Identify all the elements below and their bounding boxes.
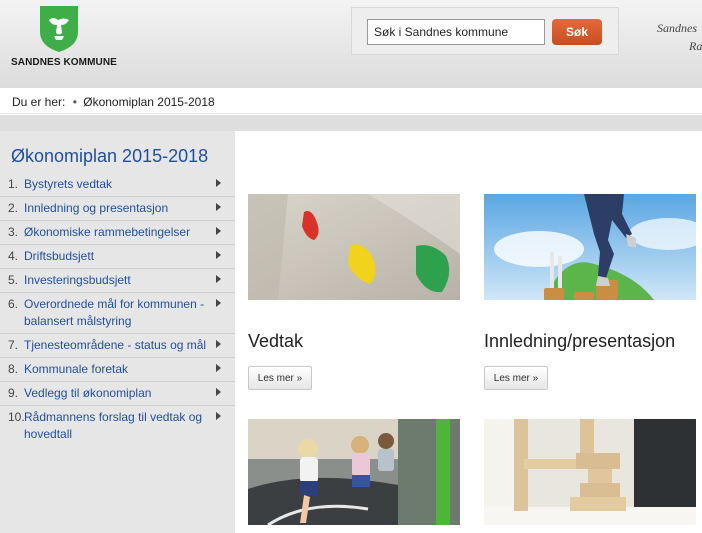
sidebar-title[interactable]: Økonomiplan 2015-2018: [11, 146, 208, 167]
chevron-right-icon[interactable]: [216, 275, 221, 283]
item-label[interactable]: Økonomiske rammebetingelser: [24, 225, 190, 239]
sidebar-item-bystyrets-vedtak[interactable]: 1. Bystyrets vedtak: [0, 173, 235, 197]
header-right-line1: Sandnes: [657, 21, 697, 35]
breadcrumb-current[interactable]: Økonomiplan 2015-2018: [83, 95, 214, 109]
item-number: 9.: [8, 386, 19, 400]
item-label[interactable]: Tjenesteområdene - status og mål: [24, 338, 206, 352]
read-more-button[interactable]: Les mer »: [248, 366, 312, 390]
climbing-wall-image: [248, 194, 460, 300]
chevron-right-icon[interactable]: [216, 203, 221, 211]
sidebar-item-driftsbudsjett[interactable]: 4. Driftsbudsjett: [0, 245, 235, 269]
card-image-blocks[interactable]: [484, 419, 696, 525]
card-title-vedtak[interactable]: Vedtak: [248, 331, 303, 352]
breadcrumb-separator: •: [72, 95, 77, 109]
chevron-right-icon[interactable]: [216, 340, 221, 348]
chevron-right-icon[interactable]: [216, 251, 221, 259]
item-number: 7.: [8, 338, 19, 352]
item-label[interactable]: Driftsbudsjett: [24, 249, 94, 263]
item-number: 3.: [8, 225, 19, 239]
sidebar-item-tjenesteomradene[interactable]: 7. Tjenesteområdene - status og mål: [0, 334, 235, 358]
sidebar-item-kommunale-foretak[interactable]: 8. Kommunale foretak: [0, 358, 235, 382]
item-label[interactable]: Kommunale foretak: [24, 362, 128, 376]
logo-text: SANDNES KOMMUNE: [11, 57, 117, 68]
sidebar: Økonomiplan 2015-2018 1. Bystyrets vedta…: [0, 131, 235, 533]
header-right-line2: Ra: [689, 39, 702, 53]
sidebar-item-radmannens-forslag[interactable]: 10. Rådmannens forslag til vedtak og hov…: [0, 406, 235, 446]
item-number: 8.: [8, 362, 19, 376]
sidebar-item-vedlegg[interactable]: 9. Vedlegg til økonomiplan: [0, 382, 235, 406]
item-label[interactable]: Bystyrets vedtak: [24, 177, 112, 191]
sidebar-item-rammebetingelser[interactable]: 3. Økonomiske rammebetingelser: [0, 221, 235, 245]
search-button[interactable]: Søk: [552, 19, 602, 45]
card-title-innledning[interactable]: Innledning/presentasjon: [484, 331, 675, 352]
item-number: 10.: [8, 410, 25, 424]
breadcrumb: Du er her: • Økonomiplan 2015-2018: [0, 88, 702, 114]
chevron-right-icon[interactable]: [216, 412, 221, 420]
main-content: Vedtak Innledning/presentasjon Les mer »…: [235, 131, 702, 533]
chevron-right-icon[interactable]: [216, 227, 221, 235]
sidebar-item-investeringsbudsjett[interactable]: 5. Investeringsbudsjett: [0, 269, 235, 293]
chevron-right-icon[interactable]: [216, 299, 221, 307]
wooden-blocks-image: [484, 419, 696, 525]
header-right-text: Sandnes Ra: [657, 19, 702, 55]
sidebar-item-overordnede-mal[interactable]: 6. Overordnede mål for kommunen - balans…: [0, 293, 235, 334]
item-label[interactable]: Overordnede mål for kommunen - balansert…: [24, 297, 204, 328]
card-image-innledning[interactable]: [484, 194, 696, 300]
site-header: SANDNES KOMMUNE Søk Sandnes Ra: [0, 0, 702, 88]
chevron-right-icon[interactable]: [216, 364, 221, 372]
children-playground-image: [248, 419, 460, 525]
item-number: 6.: [8, 297, 19, 311]
item-number: 2.: [8, 201, 19, 215]
jumping-boy-image: [484, 194, 696, 300]
chevron-right-icon[interactable]: [216, 388, 221, 396]
item-label[interactable]: Investeringsbudsjett: [24, 273, 131, 287]
item-number: 1.: [8, 177, 19, 191]
item-number: 5.: [8, 273, 19, 287]
read-more-button[interactable]: Les mer »: [484, 366, 548, 390]
item-label[interactable]: Vedlegg til økonomiplan: [24, 386, 151, 400]
sandnes-logo-icon[interactable]: [40, 6, 78, 52]
item-label[interactable]: Rådmannens forslag til vedtak og hovedta…: [24, 410, 202, 441]
item-number: 4.: [8, 249, 19, 263]
sidebar-menu: 1. Bystyrets vedtak 2. Innledning og pre…: [0, 173, 235, 446]
chevron-right-icon[interactable]: [216, 179, 221, 187]
card-image-vedtak[interactable]: [248, 194, 460, 300]
search-panel: Søk: [351, 7, 619, 55]
breadcrumb-label: Du er her:: [12, 95, 66, 109]
search-input[interactable]: [367, 19, 545, 45]
sidebar-item-innledning[interactable]: 2. Innledning og presentasjon: [0, 197, 235, 221]
card-image-children[interactable]: [248, 419, 460, 525]
item-label[interactable]: Innledning og presentasjon: [24, 201, 168, 215]
